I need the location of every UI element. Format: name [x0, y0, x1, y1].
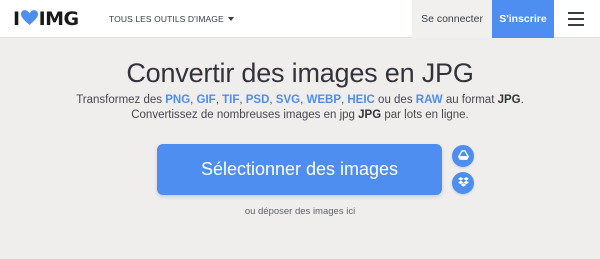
dropbox-icon: [457, 174, 469, 192]
hamburger-menu-icon[interactable]: [568, 12, 584, 26]
google-drive-icon: [457, 147, 469, 165]
google-drive-button[interactable]: [452, 145, 474, 167]
drop-hint: ou déposer des images ici: [244, 206, 356, 217]
format-target-2: JPG: [358, 109, 382, 121]
login-button[interactable]: Se connecter: [412, 0, 492, 38]
logo-text-left: I: [13, 8, 20, 30]
header: I IMG TOUS LES OUTILS D'IMAGE Se connect…: [0, 0, 600, 38]
signup-button[interactable]: S'inscrire: [492, 0, 554, 38]
caret-down-icon: [227, 17, 234, 21]
logo[interactable]: I IMG: [13, 8, 79, 30]
select-images-button[interactable]: Sélectionner des images: [157, 144, 442, 195]
format-heic: HEIC: [347, 94, 375, 106]
tools-menu[interactable]: TOUS LES OUTILS D'IMAGE: [109, 14, 234, 24]
format-svg: SVG: [275, 94, 301, 106]
page-subtitle: Transformez des PNG, GIF, TIF, PSD, SVG,…: [0, 93, 600, 123]
format-tif: TIF: [222, 94, 240, 106]
format-gif: GIF: [196, 94, 216, 106]
tools-menu-label: TOUS LES OUTILS D'IMAGE: [109, 14, 224, 24]
format-target: JPG: [497, 94, 521, 106]
format-raw: RAW: [415, 94, 443, 106]
format-psd: PSD: [245, 94, 270, 106]
logo-text-right: IMG: [38, 8, 80, 30]
subtitle-line-2: Convertissez de nombreuses images en jpg…: [131, 109, 469, 121]
dropbox-button[interactable]: [452, 172, 474, 194]
format-webp: WEBP: [306, 94, 341, 106]
heart-icon: [20, 8, 38, 30]
format-png: PNG: [165, 94, 191, 106]
subtitle-line-1: Transformez des PNG, GIF, TIF, PSD, SVG,…: [76, 94, 524, 106]
page-title: Convertir des images en JPG: [126, 58, 474, 88]
